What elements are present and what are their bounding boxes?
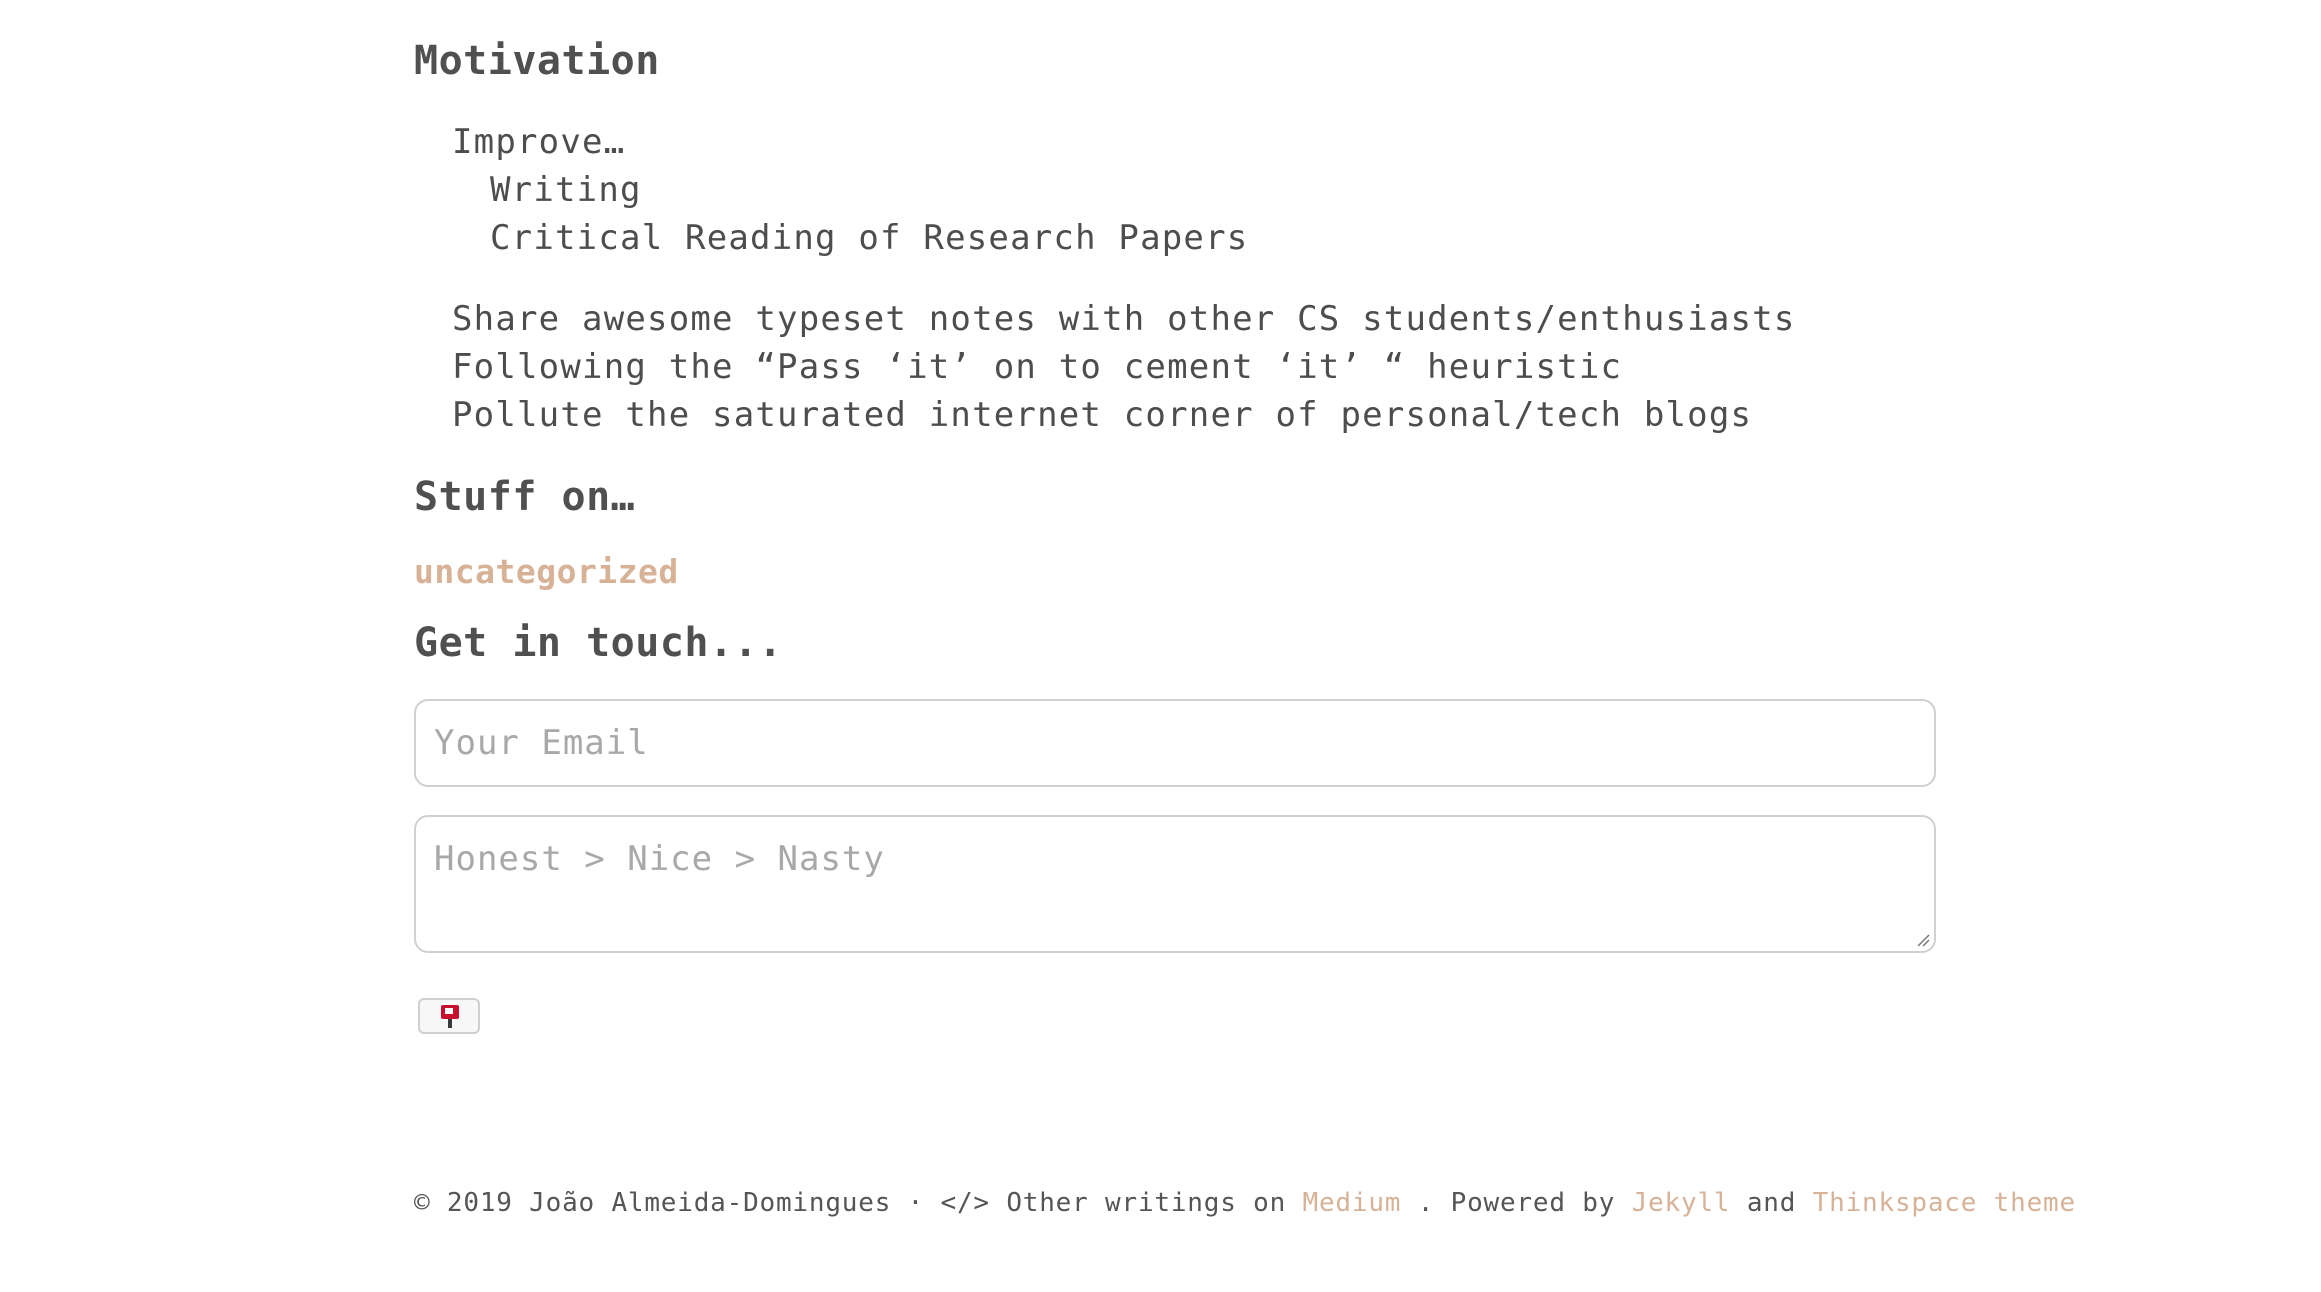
contact-heading: Get in touch... [414, 620, 783, 666]
improve-subitem-writing: Writing [490, 170, 642, 210]
improve-subitem-reading: Critical Reading of Research Papers [490, 218, 1249, 258]
footer-and: and [1746, 1188, 1797, 1218]
category-link-uncategorized[interactable]: uncategorized [414, 552, 679, 591]
email-field[interactable]: Your Email [414, 699, 1936, 787]
motivation-bullet: Pollute the saturated internet corner of… [452, 395, 1753, 435]
motivation-heading: Motivation [414, 38, 660, 84]
motivation-bullet: Following the “Pass ‘it’ on to cement ‘i… [452, 347, 1623, 387]
theme-link[interactable]: Thinkspace theme [1813, 1188, 2076, 1218]
footer-copyright: © 2019 João Almeida-Domingues · </> Othe… [414, 1188, 1287, 1218]
categories-heading: Stuff on… [414, 474, 636, 520]
improve-item: Improve… [452, 122, 626, 162]
mailbox-icon [441, 1005, 459, 1028]
message-textarea[interactable]: Honest > Nice > Nasty [414, 815, 1936, 953]
send-button[interactable] [418, 998, 480, 1034]
medium-link[interactable]: Medium [1303, 1188, 1402, 1218]
jekyll-link[interactable]: Jekyll [1632, 1188, 1731, 1218]
motivation-bullet: Share awesome typeset notes with other C… [452, 299, 1796, 339]
resize-handle-icon[interactable] [1916, 933, 1930, 947]
footer-powered-by: . Powered by [1417, 1188, 1616, 1218]
email-placeholder: Your Email [434, 723, 649, 763]
footer: © 2019 João Almeida-Domingues · </> Othe… [414, 1188, 2076, 1218]
message-placeholder: Honest > Nice > Nasty [434, 839, 885, 879]
